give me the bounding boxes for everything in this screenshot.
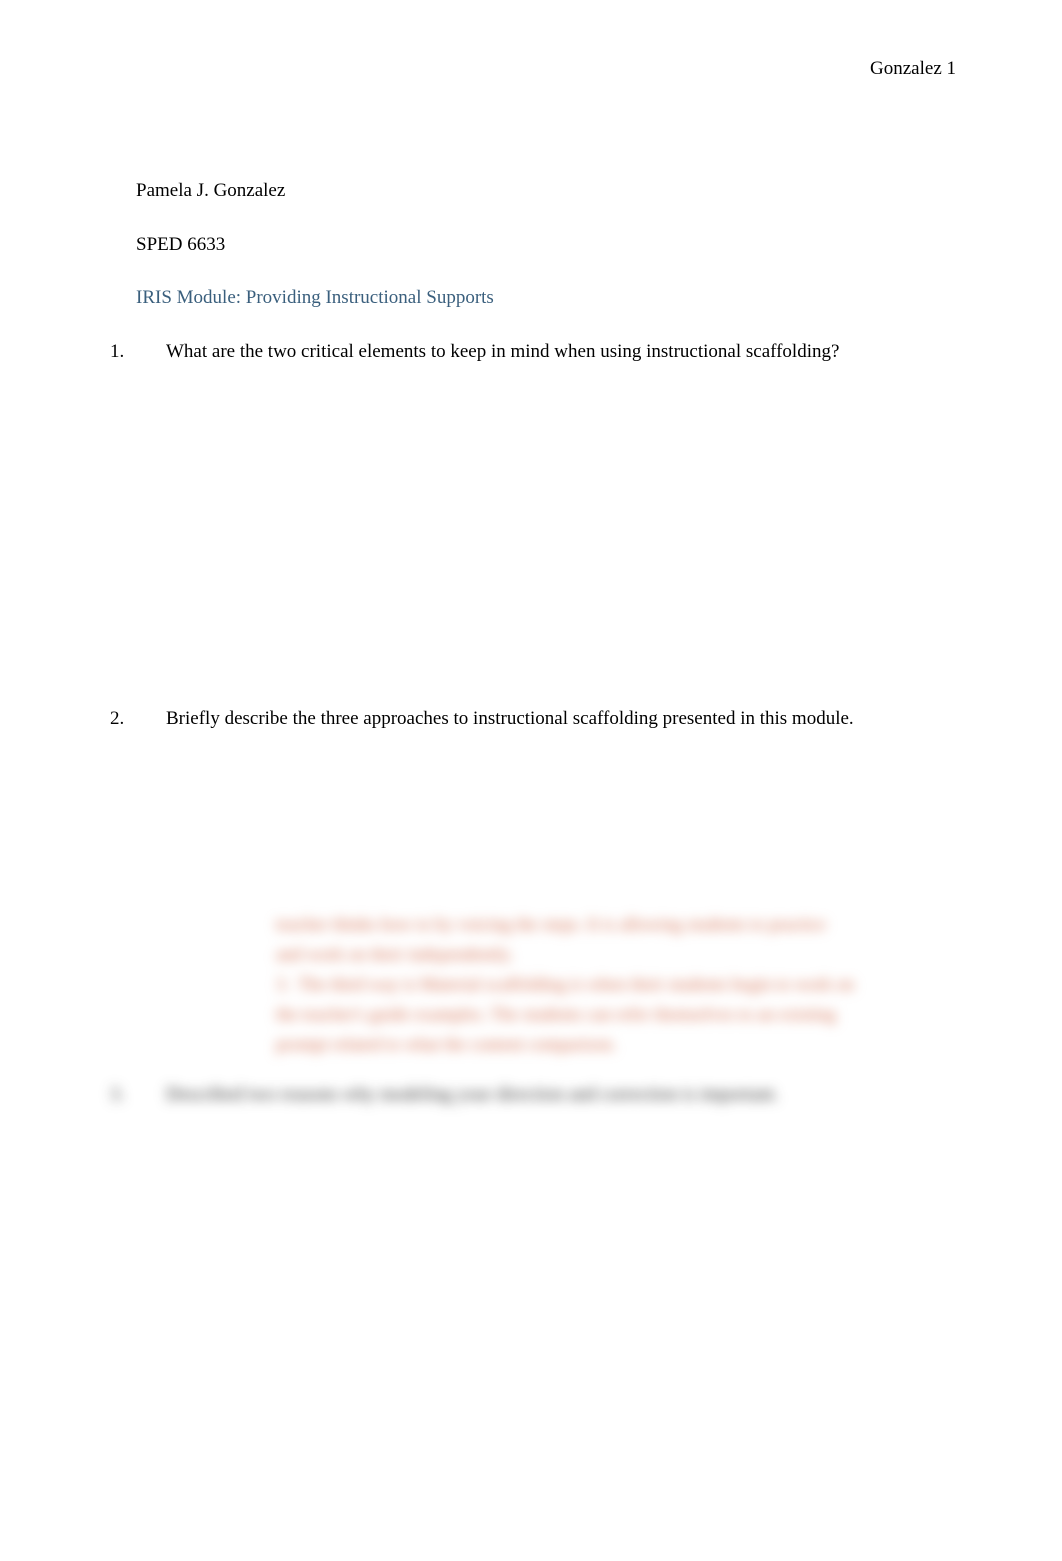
blurred-bullet-number: 3. — [276, 971, 298, 998]
question-item: 2. Briefly describe the three approaches… — [106, 706, 956, 733]
document-content: Pamela J. Gonzalez SPED 6633 IRIS Module… — [106, 178, 956, 1109]
answer-space — [136, 763, 956, 911]
blurred-text-line: prompt related to what the content compa… — [276, 1031, 926, 1058]
question-number: 1. — [106, 339, 166, 366]
document-page: Gonzalez 1 Pamela J. Gonzalez SPED 6633 … — [0, 0, 1062, 1561]
blurred-bullet-text: The third way is Material scaffolding is… — [298, 971, 854, 998]
question-text: Briefly describe the three approaches to… — [166, 706, 956, 733]
question-text: What are the two critical elements to ke… — [166, 339, 956, 366]
blurred-question-text: Described two reasons why modeling your … — [166, 1082, 779, 1109]
blurred-bullet-item: 3. The third way is Material scaffolding… — [276, 971, 926, 998]
question-number: 2. — [106, 706, 166, 733]
course-code: SPED 6633 — [136, 232, 956, 259]
module-title: IRIS Module: Providing Instructional Sup… — [136, 285, 956, 312]
blurred-text-line: the teacher's guide examples. The studen… — [276, 1001, 926, 1028]
blurred-question-item: 3. Described two reasons why modeling yo… — [106, 1082, 956, 1109]
blurred-text-line: and work on their independently. — [276, 941, 926, 968]
blurred-text-line: teacher thinks how to by voicing the ste… — [276, 911, 926, 938]
question-item: 1. What are the two critical elements to… — [106, 339, 956, 366]
answer-space — [136, 396, 956, 706]
author-name: Pamela J. Gonzalez — [136, 178, 956, 205]
blurred-content: teacher thinks how to by voicing the ste… — [136, 911, 956, 1058]
header-text: Gonzalez 1 — [870, 58, 956, 79]
blurred-question-number: 3. — [106, 1082, 166, 1109]
running-head: Gonzalez 1 — [106, 56, 956, 83]
